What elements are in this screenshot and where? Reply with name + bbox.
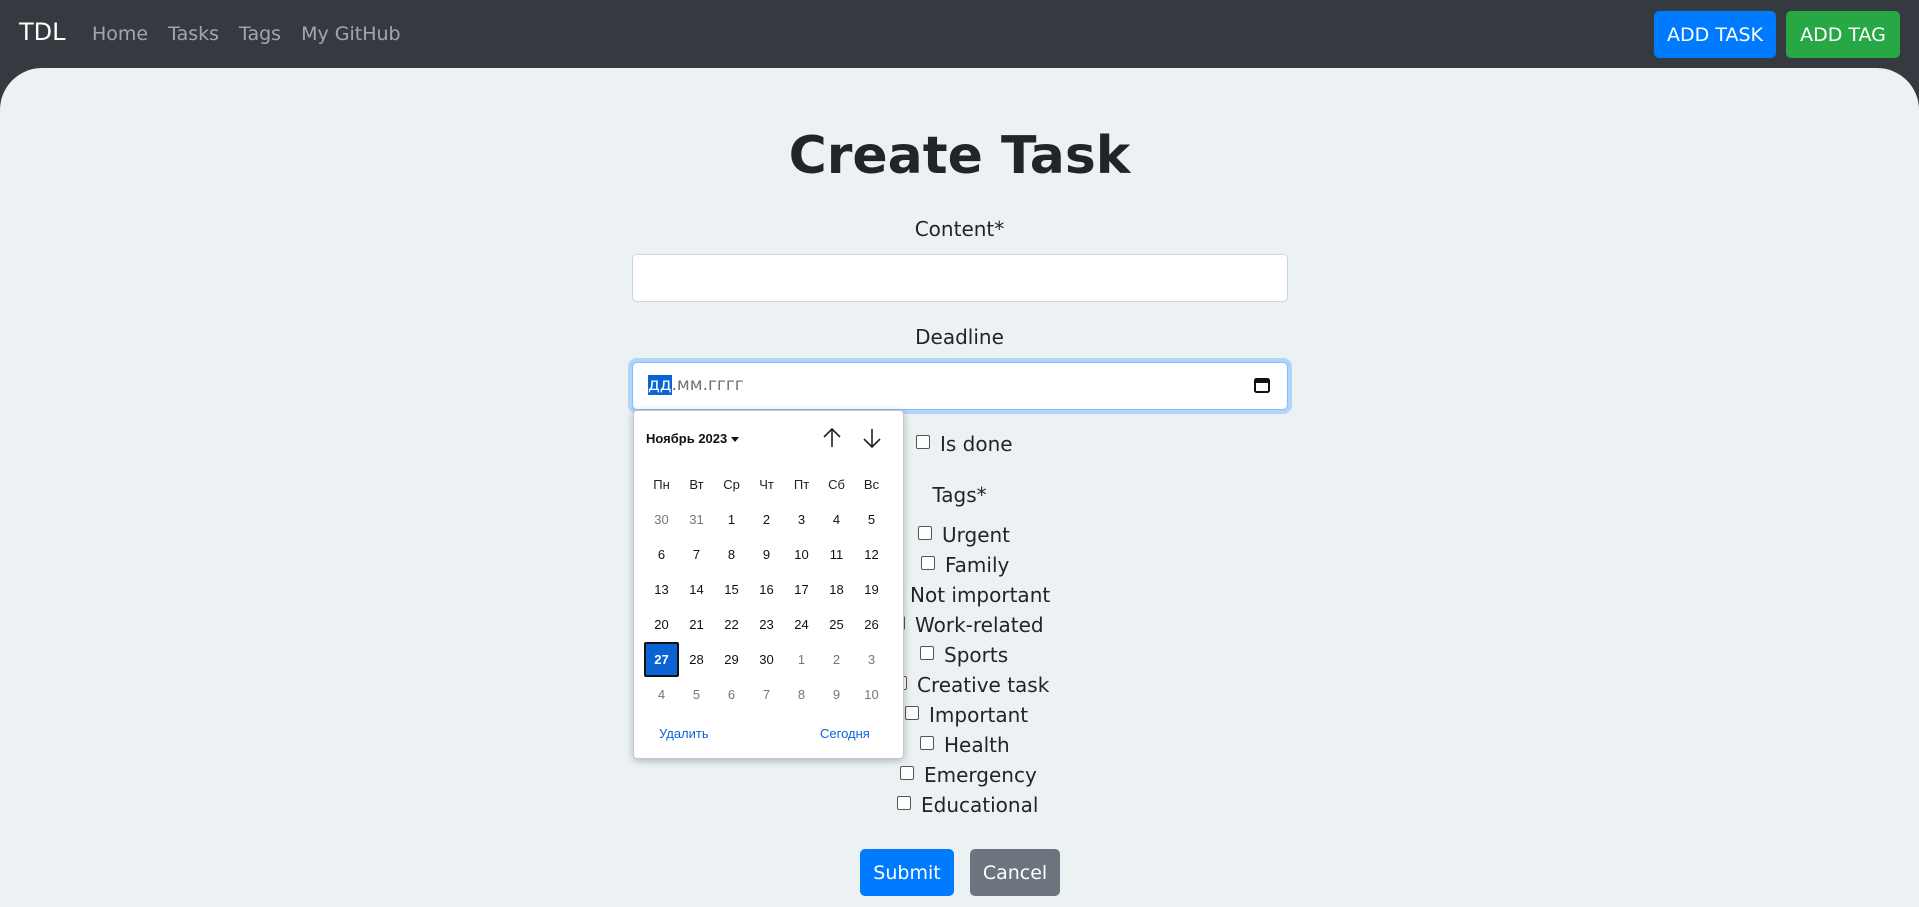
calendar-day[interactable]: 13 — [644, 572, 679, 607]
is-done-label: Is done — [940, 432, 1013, 456]
calendar-day[interactable]: 16 — [749, 572, 784, 607]
weekday-header: Пн — [653, 477, 670, 492]
tag-label-emergency: Emergency — [924, 763, 1037, 787]
add-task-button[interactable]: ADD TASK — [1654, 11, 1776, 58]
calendar-day[interactable]: 29 — [714, 642, 749, 677]
calendar-day[interactable]: 30 — [749, 642, 784, 677]
tag-checkbox-important[interactable] — [905, 706, 919, 720]
calendar-day[interactable]: 2 — [749, 502, 784, 537]
calendar-day[interactable]: 5 — [679, 677, 714, 712]
calendar-day[interactable]: 1 — [714, 502, 749, 537]
submit-button[interactable]: Submit — [860, 849, 954, 896]
tag-label-sports: Sports — [944, 643, 1009, 667]
tag-label-educational: Educational — [921, 793, 1039, 817]
deadline-label: Deadline — [915, 325, 1004, 349]
calendar-day[interactable]: 11 — [819, 537, 854, 572]
content-label: Content* — [914, 217, 1005, 241]
calendar-day[interactable]: 12 — [854, 537, 889, 572]
tag-label-health: Health — [944, 733, 1010, 757]
deadline-day-segment[interactable]: дд — [648, 375, 672, 395]
brand-logo[interactable]: TDL — [19, 18, 66, 46]
calendar-day[interactable]: 25 — [819, 607, 854, 642]
deadline-rest-segment[interactable]: .мм.гггг — [672, 375, 744, 395]
weekday-header: Вт — [689, 477, 704, 492]
calendar-day[interactable]: 3 — [854, 642, 889, 677]
tag-label-urgent: Urgent — [942, 523, 1011, 547]
calendar-day[interactable]: 17 — [784, 572, 819, 607]
cancel-button[interactable]: Cancel — [970, 849, 1060, 896]
calendar-delete-button[interactable]: Удалить — [659, 726, 709, 741]
calendar-day[interactable]: 4 — [819, 502, 854, 537]
weekday-header: Ср — [723, 477, 740, 492]
navbar: TDL Home Tasks Tags My GitHub ADD TASK A… — [0, 0, 1919, 68]
month-year-label: Ноябрь 2023 — [646, 431, 728, 446]
calendar-day[interactable]: 30 — [644, 502, 679, 537]
calendar-day[interactable]: 31 — [679, 502, 714, 537]
calendar-day[interactable]: 8 — [784, 677, 819, 712]
tag-label-creative-task: Creative task — [917, 673, 1050, 697]
calendar-day[interactable]: 10 — [854, 677, 889, 712]
calendar-day[interactable]: 6 — [644, 537, 679, 572]
nav-links: Home Tasks Tags My GitHub — [92, 23, 421, 45]
calendar-day[interactable]: 27 — [644, 642, 679, 677]
deadline-placeholder: дд.мм.гггг — [648, 375, 744, 395]
calendar-day[interactable]: 23 — [749, 607, 784, 642]
calendar-day[interactable]: 2 — [819, 642, 854, 677]
month-year-selector[interactable]: Ноябрь 2023 — [646, 431, 740, 446]
calendar-day[interactable]: 20 — [644, 607, 679, 642]
tag-label-work-related: Work-related — [915, 613, 1044, 637]
weekday-header: Сб — [828, 477, 845, 492]
calendar-day[interactable]: 4 — [644, 677, 679, 712]
tags-label: Tags* — [932, 483, 987, 507]
calendar-day[interactable]: 1 — [784, 642, 819, 677]
arrow-up-icon[interactable] — [819, 425, 845, 451]
tag-checkbox-health[interactable] — [920, 736, 934, 750]
main-panel: Create Task Content* Deadline дд.мм.гггг… — [0, 68, 1919, 907]
calendar-day[interactable]: 15 — [714, 572, 749, 607]
tag-label-family: Family — [945, 553, 1010, 577]
tag-checkbox-emergency[interactable] — [900, 766, 914, 780]
calendar-day[interactable]: 21 — [679, 607, 714, 642]
calendar-day[interactable]: 24 — [784, 607, 819, 642]
deadline-input[interactable]: дд.мм.гггг — [632, 362, 1288, 410]
calendar-day[interactable]: 19 — [854, 572, 889, 607]
calendar-day[interactable]: 6 — [714, 677, 749, 712]
tag-label-not-important: Not important — [910, 583, 1051, 607]
nav-link-tasks[interactable]: Tasks — [168, 23, 219, 45]
page-title: Create Task — [788, 126, 1131, 186]
date-picker-popup: Ноябрь 2023 Пн Вт Ср Чт Пт Сб Вс 30 31 1 2 3 4 5 6 7 8 9 1… — [633, 410, 904, 759]
calendar-day[interactable]: 3 — [784, 502, 819, 537]
calendar-day[interactable]: 5 — [854, 502, 889, 537]
tag-checkbox-family[interactable] — [921, 556, 935, 570]
calendar-day[interactable]: 7 — [749, 677, 784, 712]
calendar-day[interactable]: 14 — [679, 572, 714, 607]
tag-checkbox-sports[interactable] — [920, 646, 934, 660]
weekday-header: Вс — [863, 477, 880, 492]
calendar-day[interactable]: 7 — [679, 537, 714, 572]
nav-link-tags[interactable]: Tags — [239, 23, 281, 45]
calendar-day[interactable]: 18 — [819, 572, 854, 607]
calendar-day[interactable]: 8 — [714, 537, 749, 572]
arrow-down-icon[interactable] — [859, 425, 885, 451]
tag-checkbox-urgent[interactable] — [918, 526, 932, 540]
nav-link-home[interactable]: Home — [92, 23, 148, 45]
add-tag-button[interactable]: ADD TAG — [1786, 11, 1900, 58]
calendar-grid: Пн Вт Ср Чт Пт Сб Вс 30 31 1 2 3 4 5 6 7 8 9 10 11 12 13 14 15 1… — [644, 467, 889, 712]
tag-label-important: Important — [929, 703, 1029, 727]
calendar-day[interactable]: 26 — [854, 607, 889, 642]
calendar-day[interactable]: 22 — [714, 607, 749, 642]
is-done-checkbox[interactable] — [916, 435, 930, 449]
calendar-icon[interactable] — [1253, 376, 1271, 394]
calendar-today-button[interactable]: Сегодня — [820, 726, 870, 741]
nav-link-github[interactable]: My GitHub — [301, 23, 401, 45]
tag-checkbox-educational[interactable] — [897, 796, 911, 810]
calendar-day[interactable]: 9 — [819, 677, 854, 712]
weekday-header: Чт — [759, 477, 774, 492]
caret-down-icon — [731, 437, 740, 443]
calendar-day[interactable]: 10 — [784, 537, 819, 572]
calendar-day[interactable]: 9 — [749, 537, 784, 572]
content-input[interactable] — [632, 254, 1288, 302]
calendar-day[interactable]: 28 — [679, 642, 714, 677]
weekday-header: Пт — [793, 477, 810, 492]
